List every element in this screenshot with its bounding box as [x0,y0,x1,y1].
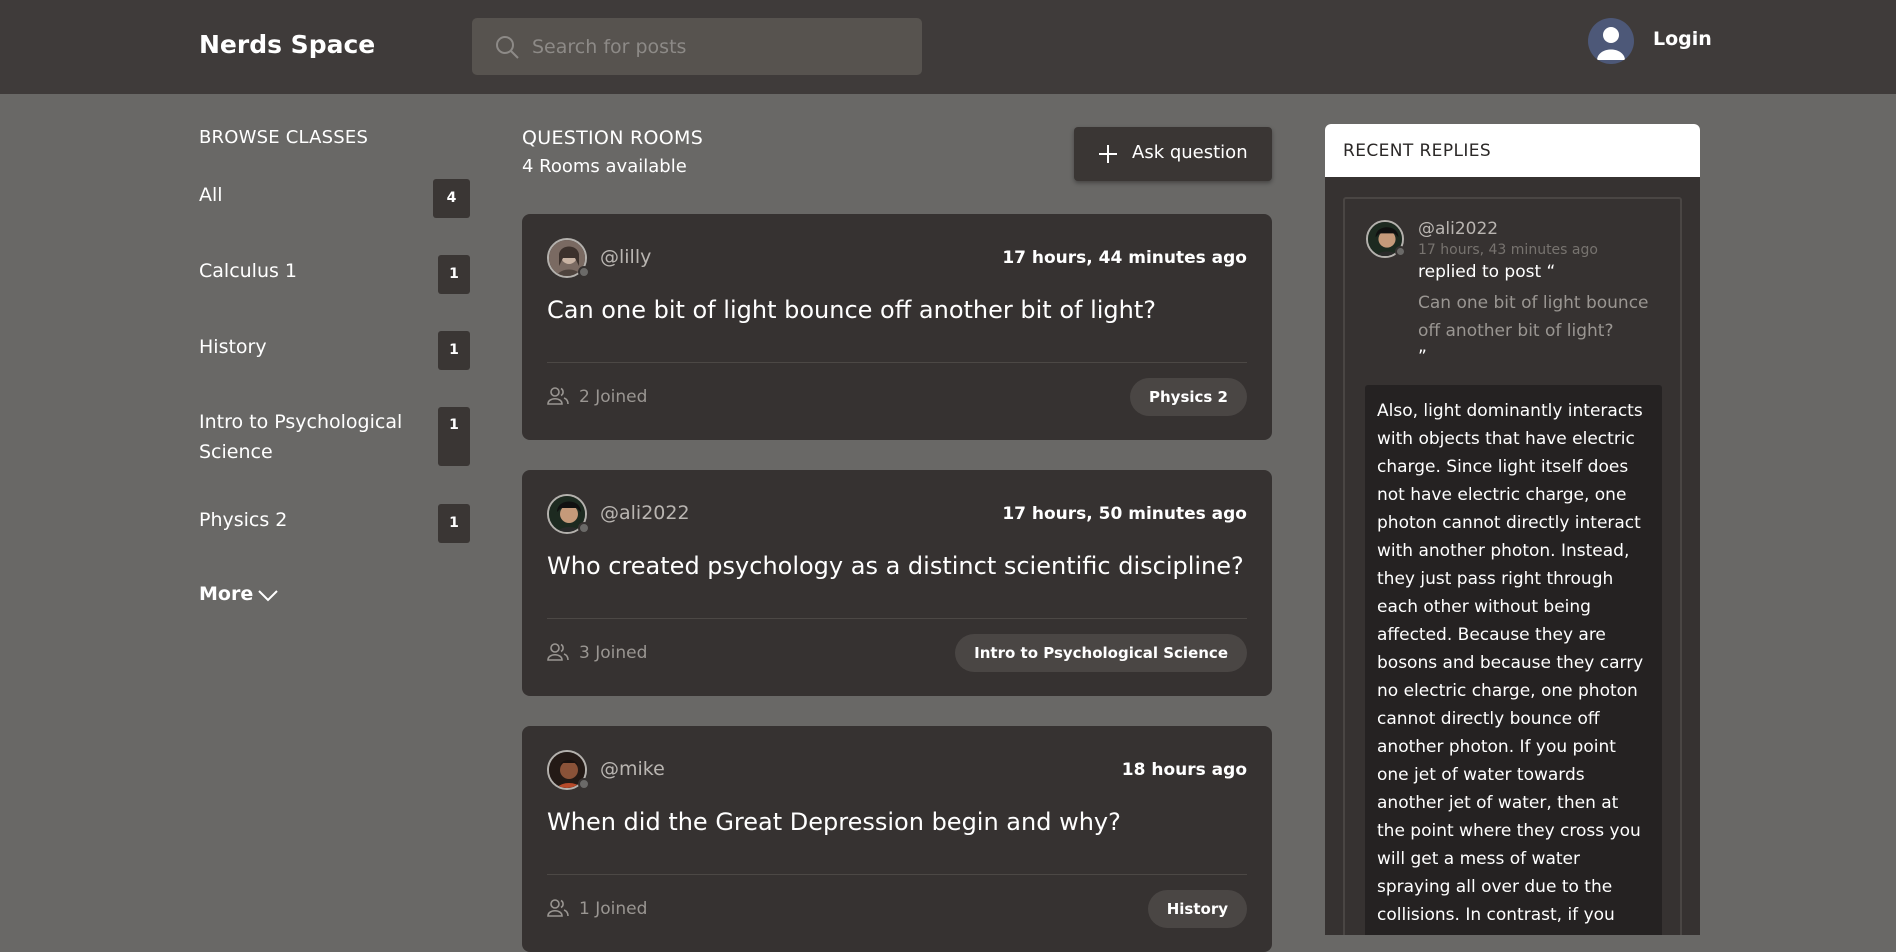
people-icon [547,899,569,917]
room-question[interactable]: Can one bit of light bounce off another … [547,296,1156,324]
recent-replies-panel: RECENT REPLIES @ali2022 17 hours, 43 min… [1325,124,1700,935]
browse-classes-title: BROWSE CLASSES [199,127,369,148]
card-divider [547,874,1247,875]
count-badge: 1 [438,331,470,370]
room-timestamp: 17 hours, 44 minutes ago [1002,248,1247,268]
room-card[interactable]: @lilly 17 hours, 44 minutes ago Can one … [522,214,1272,440]
question-rooms-title: QUESTION ROOMS [522,127,704,149]
sidebar-item-calculus-1[interactable]: Calculus 1 [199,256,409,286]
room-author[interactable]: @mike [600,758,665,780]
reply-author[interactable]: @ali2022 [1418,219,1498,239]
room-question[interactable]: Who created psychology as a distinct sci… [547,552,1244,580]
class-tag[interactable]: Intro to Psychological Science [955,634,1247,672]
ask-question-button[interactable]: Ask question [1074,127,1272,181]
reply-timestamp: 17 hours, 43 minutes ago [1418,242,1598,258]
reply-post-title[interactable]: Can one bit of light bounce off another … [1418,289,1658,345]
room-author[interactable]: @lilly [600,246,651,268]
room-card[interactable]: @mike 18 hours ago When did the Great De… [522,726,1272,952]
recent-replies-header: RECENT REPLIES [1325,124,1700,177]
site-logo[interactable]: Nerds Space [199,30,375,59]
sidebar-item-label: Calculus 1 [199,260,298,282]
room-timestamp: 18 hours ago [1121,760,1247,780]
search-icon [496,36,519,59]
chevron-down-icon [258,590,278,602]
sidebar-item-label: History [199,336,267,358]
room-question[interactable]: When did the Great Depression begin and … [547,808,1121,836]
reply-context-label: replied to post “ [1418,262,1556,282]
reply-body: Also, light dominantly interacts with ob… [1365,385,1662,935]
count-badge: 1 [438,255,470,294]
room-card[interactable]: @ali2022 17 hours, 50 minutes ago Who cr… [522,470,1272,696]
login-link[interactable]: Login [1653,28,1712,50]
people-icon [547,387,569,405]
sidebar-item-label: Physics 2 [199,509,288,531]
online-status-dot [578,778,590,790]
sidebar-item-history[interactable]: History [199,332,409,362]
search-input[interactable] [532,18,912,75]
more-button[interactable]: More [199,583,278,605]
room-timestamp: 17 hours, 50 minutes ago [1002,504,1247,524]
reply-close-quote: ” [1418,347,1427,367]
sidebar-item-intro-psych[interactable]: Intro to Psychological Science [199,407,409,467]
joined-count: 1 Joined [579,899,648,919]
room-author[interactable]: @ali2022 [600,502,690,524]
card-divider [547,362,1247,363]
people-icon [547,643,569,661]
sidebar-item-label: All [199,184,223,206]
ask-question-label: Ask question [1132,142,1248,163]
plus-icon [1099,145,1117,163]
reply-item[interactable]: @ali2022 17 hours, 43 minutes ago replie… [1343,197,1682,935]
joined-count: 2 Joined [579,387,648,407]
online-status-dot [578,266,590,278]
more-label: More [199,583,254,605]
user-avatar-icon[interactable] [1588,18,1634,64]
class-tag[interactable]: History [1147,890,1247,928]
joined-count: 3 Joined [579,643,648,663]
top-header: Nerds Space Login [0,0,1896,94]
count-badge: 1 [438,407,470,466]
class-tag[interactable]: Physics 2 [1130,378,1247,416]
search-bar[interactable] [472,18,922,75]
count-badge: 4 [433,179,470,218]
recent-replies-title: RECENT REPLIES [1343,141,1492,161]
sidebar-item-label: Intro to Psychological Science [199,411,403,463]
count-badge: 1 [438,504,470,543]
online-status-dot [578,522,590,534]
rooms-available-count: 4 Rooms available [522,156,687,177]
sidebar-item-physics-2[interactable]: Physics 2 [199,505,409,535]
sidebar-item-all[interactable]: All [199,180,409,210]
online-status-dot [1395,246,1406,257]
card-divider [547,618,1247,619]
